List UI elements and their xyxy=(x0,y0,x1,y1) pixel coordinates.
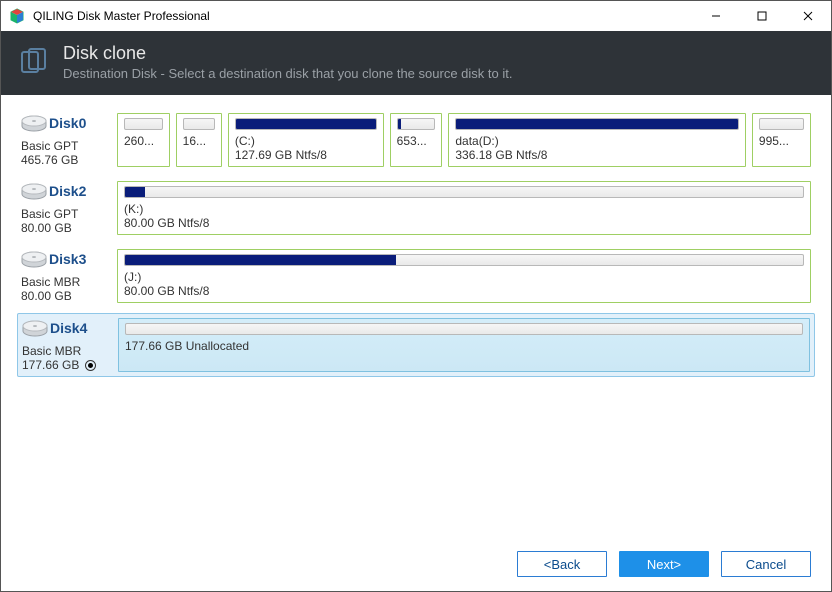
disk-row[interactable]: Disk3Basic MBR80.00 GB(J:)80.00 GB Ntfs/… xyxy=(21,249,811,303)
partition-size: 653... xyxy=(397,134,436,148)
page-title: Disk clone xyxy=(63,43,512,64)
partition-list: (K:)80.00 GB Ntfs/8 xyxy=(117,181,811,235)
partition[interactable]: (J:)80.00 GB Ntfs/8 xyxy=(117,249,811,303)
disk-size: 465.76 GB xyxy=(21,153,117,167)
usage-bar xyxy=(235,118,377,130)
partition-label: (J:) xyxy=(124,270,804,284)
partition[interactable]: 995... xyxy=(752,113,811,167)
partition-size: 80.00 GB Ntfs/8 xyxy=(124,216,804,230)
close-button[interactable] xyxy=(785,1,831,31)
usage-bar xyxy=(124,186,804,198)
partition[interactable]: 260... xyxy=(117,113,170,167)
next-button[interactable]: Next> xyxy=(619,551,709,577)
disk-size: 80.00 GB xyxy=(21,289,117,303)
partition[interactable]: data(D:)336.18 GB Ntfs/8 xyxy=(448,113,746,167)
usage-bar xyxy=(455,118,739,130)
partition-size: 177.66 GB Unallocated xyxy=(125,339,803,353)
partition-list: (J:)80.00 GB Ntfs/8 xyxy=(117,249,811,303)
disk-radio[interactable] xyxy=(85,360,96,371)
usage-bar xyxy=(183,118,215,130)
window-title: QILING Disk Master Professional xyxy=(33,9,693,23)
disk-name: Disk0 xyxy=(49,115,86,131)
partition[interactable]: 177.66 GB Unallocated xyxy=(118,318,810,372)
footer: <Back Next> Cancel xyxy=(1,543,831,591)
disk-type: Basic GPT xyxy=(21,139,117,153)
app-logo-icon xyxy=(9,8,25,24)
partition[interactable]: 16... xyxy=(176,113,222,167)
partition-label: (K:) xyxy=(124,202,804,216)
usage-bar xyxy=(397,118,436,130)
disk-name: Disk4 xyxy=(50,320,87,336)
partition-size: 336.18 GB Ntfs/8 xyxy=(455,148,739,162)
partition-size: 80.00 GB Ntfs/8 xyxy=(124,284,804,298)
disk-type: Basic MBR xyxy=(21,275,117,289)
partition-list: 177.66 GB Unallocated xyxy=(118,318,810,372)
partition[interactable]: (K:)80.00 GB Ntfs/8 xyxy=(117,181,811,235)
disk-row[interactable]: Disk2Basic GPT80.00 GB(K:)80.00 GB Ntfs/… xyxy=(21,181,811,235)
partition-size: 995... xyxy=(759,134,804,148)
maximize-button[interactable] xyxy=(739,1,785,31)
disk-list: Disk0Basic GPT465.76 GB260...16...(C:)12… xyxy=(1,95,831,543)
disk-name: Disk2 xyxy=(49,183,86,199)
disk-info: Disk3 Basic MBR80.00 GB xyxy=(21,249,117,303)
page-header: Disk clone Destination Disk - Select a d… xyxy=(1,31,831,95)
disk-icon xyxy=(21,115,47,138)
partition[interactable]: 653... xyxy=(390,113,443,167)
partition-size: 127.69 GB Ntfs/8 xyxy=(235,148,377,162)
disk-name: Disk3 xyxy=(49,251,86,267)
partition-label: data(D:) xyxy=(455,134,739,148)
partition-size: 260... xyxy=(124,134,163,148)
usage-bar xyxy=(124,118,163,130)
usage-bar xyxy=(125,323,803,335)
usage-bar xyxy=(759,118,804,130)
usage-bar xyxy=(124,254,804,266)
disk-size: 177.66 GB xyxy=(22,358,118,372)
disk-type: Basic MBR xyxy=(22,344,118,358)
disk-type: Basic GPT xyxy=(21,207,117,221)
disk-row[interactable]: Disk4 Basic MBR177.66 GB 177.66 GB Unallo… xyxy=(17,313,815,377)
disk-icon xyxy=(21,251,47,274)
clone-icon xyxy=(19,47,49,77)
partition-label: (C:) xyxy=(235,134,377,148)
disk-info: Disk0 Basic GPT465.76 GB xyxy=(21,113,117,167)
cancel-button[interactable]: Cancel xyxy=(721,551,811,577)
partition-list: 260... 16... (C:)127.69 GB Ntfs/8 653... dat… xyxy=(117,113,811,167)
disk-size: 80.00 GB xyxy=(21,221,117,235)
titlebar: QILING Disk Master Professional xyxy=(1,1,831,31)
back-button[interactable]: <Back xyxy=(517,551,607,577)
disk-row[interactable]: Disk0 Basic GPT465.76 GB 260... 16... (C:)12… xyxy=(21,113,811,167)
partition-size: 16... xyxy=(183,134,215,148)
minimize-button[interactable] xyxy=(693,1,739,31)
disk-icon xyxy=(21,183,47,206)
disk-icon xyxy=(22,320,48,343)
disk-info: Disk4 Basic MBR177.66 GB xyxy=(22,318,118,372)
page-subtitle: Destination Disk - Select a destination … xyxy=(63,66,512,81)
partition[interactable]: (C:)127.69 GB Ntfs/8 xyxy=(228,113,384,167)
disk-info: Disk2 Basic GPT80.00 GB xyxy=(21,181,117,235)
